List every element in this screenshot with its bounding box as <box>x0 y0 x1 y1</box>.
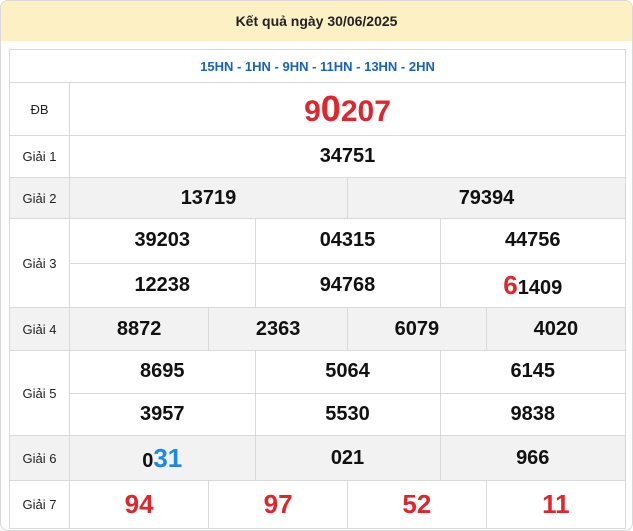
g6-grid: 031 021 966 <box>70 436 625 480</box>
db-prefix: 9 <box>304 95 321 128</box>
g3-cells: 39203 04315 44756 12238 94768 61409 <box>69 218 626 308</box>
g4-value: 4020 <box>485 308 625 350</box>
g7-value: 94 <box>124 489 154 519</box>
g4-value: 8872 <box>70 308 209 350</box>
results-header: Kết quả ngày 30/06/2025 <box>1 1 632 41</box>
label-g3: Giải 3 <box>9 218 70 308</box>
label-g1: Giải 1 <box>9 135 70 178</box>
g7-value: 52 <box>347 481 487 528</box>
draw-codes: 15HN - 1HN - 9HN - 11HN - 13HN - 2HN <box>9 49 626 83</box>
g2-value: 13719 <box>70 178 348 218</box>
label-g5: Giải 5 <box>9 350 70 436</box>
g6-value: 021 <box>254 436 440 480</box>
g3-value: 44756 <box>439 219 625 263</box>
g5-value: 5530 <box>254 392 440 435</box>
g2-grid: 13719 79394 <box>70 178 625 218</box>
g7-value: 97 <box>208 481 348 528</box>
g6-value: 966 <box>439 436 625 480</box>
g1-value: 34751 <box>69 135 626 178</box>
db-highlight: 0 <box>320 88 341 129</box>
g6-first-highlight: 31 <box>153 442 183 473</box>
g4-value: 2363 <box>208 308 348 350</box>
g3-value: 94768 <box>254 262 440 307</box>
row-g3: Giải 3 39203 04315 44756 12238 94768 614… <box>9 218 626 308</box>
g3-value: 12238 <box>70 262 255 307</box>
g5-grid: 8695 5064 6145 3957 5530 9838 <box>70 351 625 435</box>
g4-cells: 8872 2363 6079 4020 <box>69 307 626 351</box>
row-g5: Giải 5 8695 5064 6145 3957 5530 9838 <box>9 350 626 436</box>
g7-cells: 94 97 52 11 <box>69 480 626 529</box>
label-g4: Giải 4 <box>9 307 70 351</box>
g4-grid: 8872 2363 6079 4020 <box>70 308 625 350</box>
g3-value-last: 61409 <box>439 262 625 307</box>
row-db: ĐB 90207 <box>9 82 626 136</box>
row-g6: Giải 6 031 021 966 <box>9 435 626 481</box>
db-value: 90207 <box>69 82 626 136</box>
results-table: 15HN - 1HN - 9HN - 11HN - 13HN - 2HN ĐB … <box>9 49 626 529</box>
g5-value: 3957 <box>70 392 255 435</box>
g6-first-prefix: 0 <box>142 449 154 472</box>
g3-value: 39203 <box>134 229 191 252</box>
g6-cells: 031 021 966 <box>69 435 626 481</box>
label-g2: Giải 2 <box>9 177 70 219</box>
g3-last-rest: 1409 <box>517 276 563 299</box>
codes-row: 15HN - 1HN - 9HN - 11HN - 13HN - 2HN <box>9 49 626 83</box>
g4-value: 6079 <box>347 308 487 350</box>
db-rest: 207 <box>340 95 391 128</box>
g3-value: 04315 <box>254 219 440 263</box>
label-db: ĐB <box>9 82 70 136</box>
g5-cells: 8695 5064 6145 3957 5530 9838 <box>69 350 626 436</box>
row-g4: Giải 4 8872 2363 6079 4020 <box>9 307 626 351</box>
row-g7: Giải 7 94 97 52 11 <box>9 480 626 529</box>
row-g1: Giải 1 34751 <box>9 135 626 178</box>
g7-value: 11 <box>485 481 625 528</box>
g5-value: 6145 <box>439 351 625 393</box>
g7-grid: 94 97 52 11 <box>70 481 625 528</box>
g5-value: 8695 <box>140 360 185 383</box>
g6-value-first: 031 <box>70 436 255 480</box>
g3-grid: 39203 04315 44756 12238 94768 61409 <box>70 219 625 307</box>
g5-value: 5064 <box>254 351 440 393</box>
label-g6: Giải 6 <box>9 435 70 481</box>
g5-value: 9838 <box>439 392 625 435</box>
results-card: Kết quả ngày 30/06/2025 15HN - 1HN - 9HN… <box>0 0 633 531</box>
g2-cells: 13719 79394 <box>69 177 626 219</box>
label-g7: Giải 7 <box>9 480 70 529</box>
row-g2: Giải 2 13719 79394 <box>9 177 626 219</box>
results-title: Kết quả ngày 30/06/2025 <box>235 13 398 29</box>
g3-last-highlight: 6 <box>503 269 518 300</box>
g2-value: 79394 <box>347 178 625 218</box>
